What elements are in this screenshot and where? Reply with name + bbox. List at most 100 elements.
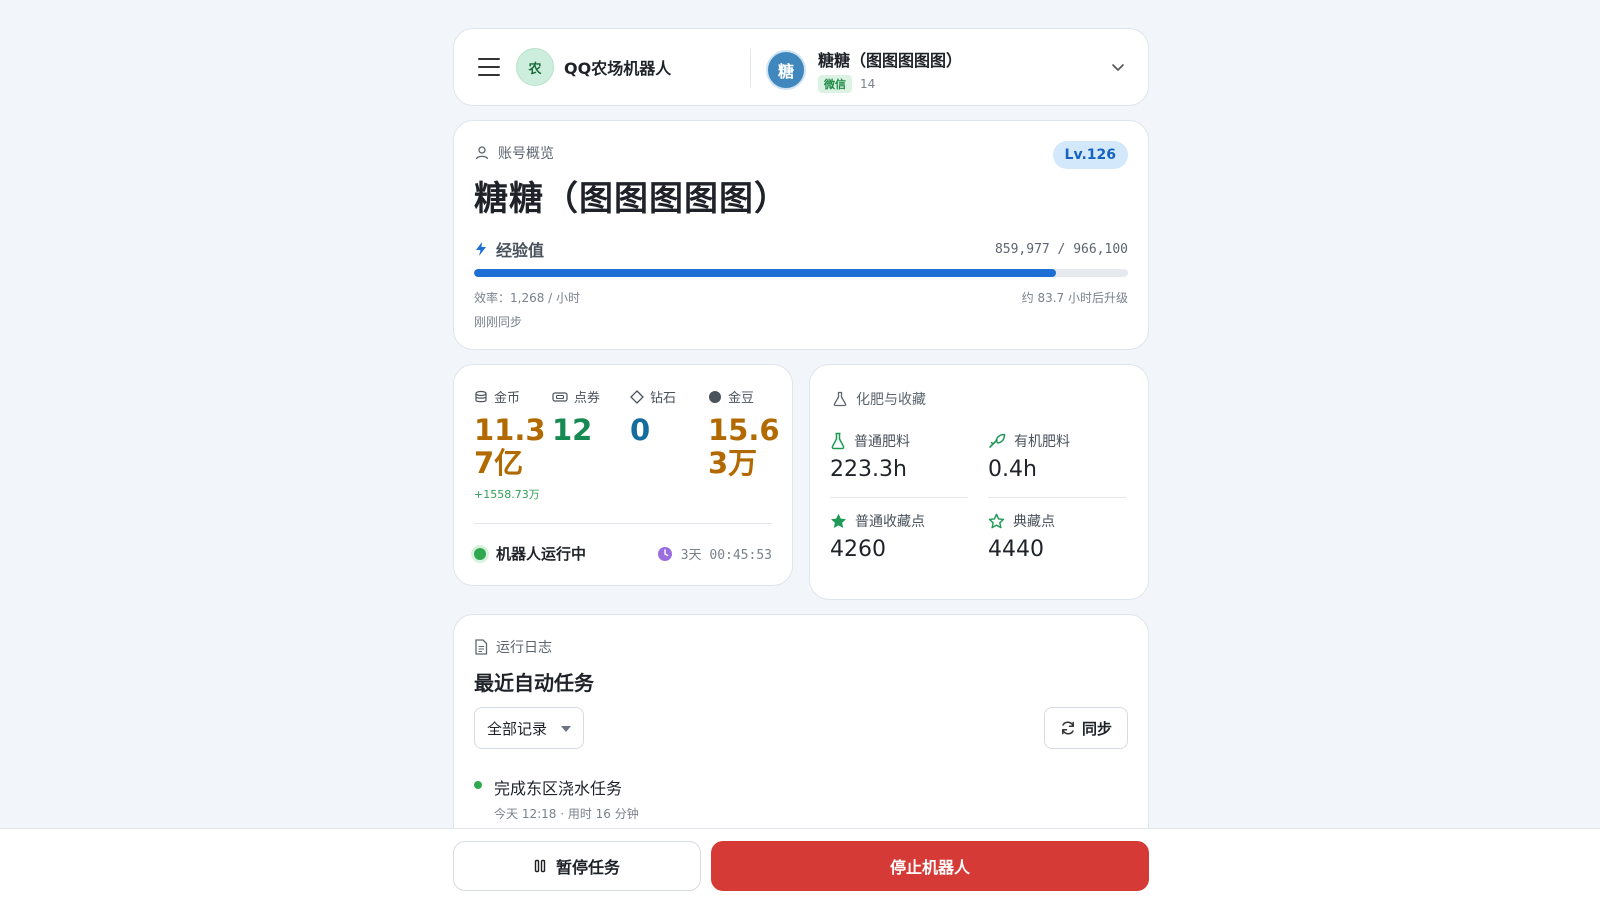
sync-button[interactable]: 同步 xyxy=(1044,707,1128,749)
currency-diamond: 钻石 0 xyxy=(630,387,708,502)
log-status-dot xyxy=(474,781,482,789)
log-filter-select[interactable]: 全部记录 xyxy=(474,707,584,749)
currency-ticket: 点券 12 xyxy=(552,387,630,502)
overview-section-label: 账号概览 xyxy=(474,143,554,163)
currency-bean: 金豆 15.63万 xyxy=(708,387,786,502)
collect-normal-label: 普通收藏点 xyxy=(830,511,968,531)
star-outline-icon xyxy=(988,513,1005,529)
flask-icon xyxy=(831,432,845,450)
header-divider xyxy=(750,49,751,87)
currency-bean-label: 金豆 xyxy=(708,387,786,406)
sync-note: 刚刚同步 xyxy=(474,315,523,329)
exp-progress-fill xyxy=(474,269,1057,277)
star-filled-icon xyxy=(831,513,846,528)
currency-card: 金币 11.37亿 +1558.73万 点券 12 钻石 0 金豆 15.63万… xyxy=(453,364,793,586)
lightning-icon xyxy=(476,242,486,256)
currency-ticket-label: 点券 xyxy=(552,387,630,406)
currency-divider xyxy=(474,523,772,524)
fert-separator-right xyxy=(988,497,1126,498)
exp-efficiency: 效率：1,268 / 小时 xyxy=(474,291,581,305)
chevron-down-icon[interactable] xyxy=(1110,59,1126,75)
currency-diamond-value: 0 xyxy=(630,413,651,447)
refresh-icon xyxy=(1062,721,1074,735)
exp-progress-bar xyxy=(474,269,1128,277)
bean-icon xyxy=(709,390,721,403)
exp-value: 859,977 / 966,100 xyxy=(994,241,1128,257)
collect-normal-value: 4260 xyxy=(830,537,886,562)
exp-label-text: 经验值 xyxy=(496,241,545,260)
robot-status-row: 机器人运行中 3天 00:45:53 xyxy=(474,543,772,564)
currency-diamond-label-text: 钻石 xyxy=(650,391,677,406)
currency-ticket-label-text: 点券 xyxy=(574,391,601,406)
currency-grid: 金币 11.37亿 +1558.73万 点券 12 钻石 0 金豆 15.63万 xyxy=(474,387,786,502)
fertilizer-card: 化肥与收藏 普通肥料 223.3h 有机肥料 0.4h 普通收藏点 4260 典… xyxy=(809,364,1149,600)
level-badge: Lv.126 xyxy=(1052,141,1128,169)
collect-rare-value: 4440 xyxy=(988,537,1044,562)
account-sub: 微信 14 xyxy=(818,75,962,93)
collect-rare: 典藏点 4440 xyxy=(988,511,1126,562)
exp-label: 经验值 xyxy=(474,237,544,261)
currency-gold-value: 11.37亿 xyxy=(474,413,546,480)
exp-row: 经验值 859,977 / 966,100 xyxy=(474,237,1128,261)
stop-robot-button[interactable]: 停止机器人 xyxy=(711,841,1149,891)
account-overview-card: 账号概览 Lv.126 糖糖（图图图图图） 经验值 859,977 / 966,… xyxy=(453,120,1149,350)
currency-gold-label-text: 金币 xyxy=(494,391,521,406)
currency-bean-value: 15.63万 xyxy=(708,413,780,480)
robot-uptime: 3天 00:45:53 xyxy=(657,544,772,563)
log-item-meta: 今天 12:18 · 用时 16 分钟 xyxy=(494,807,639,821)
collect-rare-label-text: 典藏点 xyxy=(1013,514,1055,530)
fert-normal-label-text: 普通肥料 xyxy=(854,434,910,450)
account-name: 糖糖（图图图图图） xyxy=(818,51,963,70)
currency-ticket-value: 12 xyxy=(552,413,593,447)
collect-normal: 普通收藏点 4260 xyxy=(830,511,968,562)
robot-status-text: 机器人运行中 xyxy=(496,545,587,563)
currency-gold-label: 金币 xyxy=(474,387,552,406)
coins-icon xyxy=(475,390,487,402)
account-switcher[interactable]: 糖 糖糖（图图图图图） 微信 14 xyxy=(766,47,962,93)
diamond-icon xyxy=(630,389,644,404)
fert-normal-label: 普通肥料 xyxy=(830,431,968,451)
bottom-action-bar: 暂停任务 停止机器人 xyxy=(0,828,1600,900)
pause-icon xyxy=(534,859,546,873)
fert-separator-left xyxy=(830,497,968,498)
exp-eta: 约 83.7 小时后升级 xyxy=(1021,291,1128,305)
user-icon xyxy=(475,146,489,160)
account-count: 14 xyxy=(860,77,876,91)
sprout-icon xyxy=(989,433,1006,448)
log-title: 最近自动任务 xyxy=(474,671,594,695)
fertilizer-label-text: 化肥与收藏 xyxy=(856,392,926,408)
log-item-text: 完成东区浇水任务 xyxy=(494,779,623,798)
fertilizer-section-label: 化肥与收藏 xyxy=(832,389,926,409)
log-item[interactable]: 完成东区浇水任务 今天 12:18 · 用时 16 分钟 xyxy=(474,775,639,822)
fert-organic: 有机肥料 0.4h xyxy=(988,431,1126,482)
clock-icon xyxy=(657,546,672,561)
uptime-text: 3天 00:45:53 xyxy=(680,548,772,563)
currency-bean-label-text: 金豆 xyxy=(728,391,755,406)
menu-icon[interactable] xyxy=(478,58,500,76)
log-section-label: 运行日志 xyxy=(474,637,552,657)
fert-organic-value: 0.4h xyxy=(988,457,1037,482)
robot-status: 机器人运行中 xyxy=(474,543,586,564)
fert-organic-label-text: 有机肥料 xyxy=(1014,434,1070,450)
account-title: 糖糖（图图图图图） xyxy=(474,179,789,219)
overview-label-text: 账号概览 xyxy=(498,146,554,162)
app-avatar: 农 xyxy=(516,48,554,86)
currency-gold: 金币 11.37亿 +1558.73万 xyxy=(474,387,552,502)
collect-normal-label-text: 普通收藏点 xyxy=(855,514,925,530)
sync-button-label: 同步 xyxy=(1081,719,1112,738)
exp-meta-row: 效率：1,268 / 小时 约 83.7 小时后升级 xyxy=(474,289,1128,306)
flask-icon xyxy=(833,391,847,407)
status-dot xyxy=(474,547,486,560)
fert-organic-label: 有机肥料 xyxy=(988,431,1126,451)
pause-task-label: 暂停任务 xyxy=(555,858,620,877)
account-info: 糖糖（图图图图图） 微信 14 xyxy=(818,47,962,93)
fert-normal-value: 223.3h xyxy=(830,457,907,482)
pause-task-button[interactable]: 暂停任务 xyxy=(453,841,701,891)
app-name: QQ农场机器人 xyxy=(564,59,672,78)
platform-badge: 微信 xyxy=(818,75,852,93)
fert-normal: 普通肥料 223.3h xyxy=(830,431,968,482)
caret-down-icon xyxy=(561,726,571,732)
ticket-icon xyxy=(552,391,568,402)
log-item-body: 完成东区浇水任务 今天 12:18 · 用时 16 分钟 xyxy=(494,775,639,822)
log-label-text: 运行日志 xyxy=(496,640,552,656)
